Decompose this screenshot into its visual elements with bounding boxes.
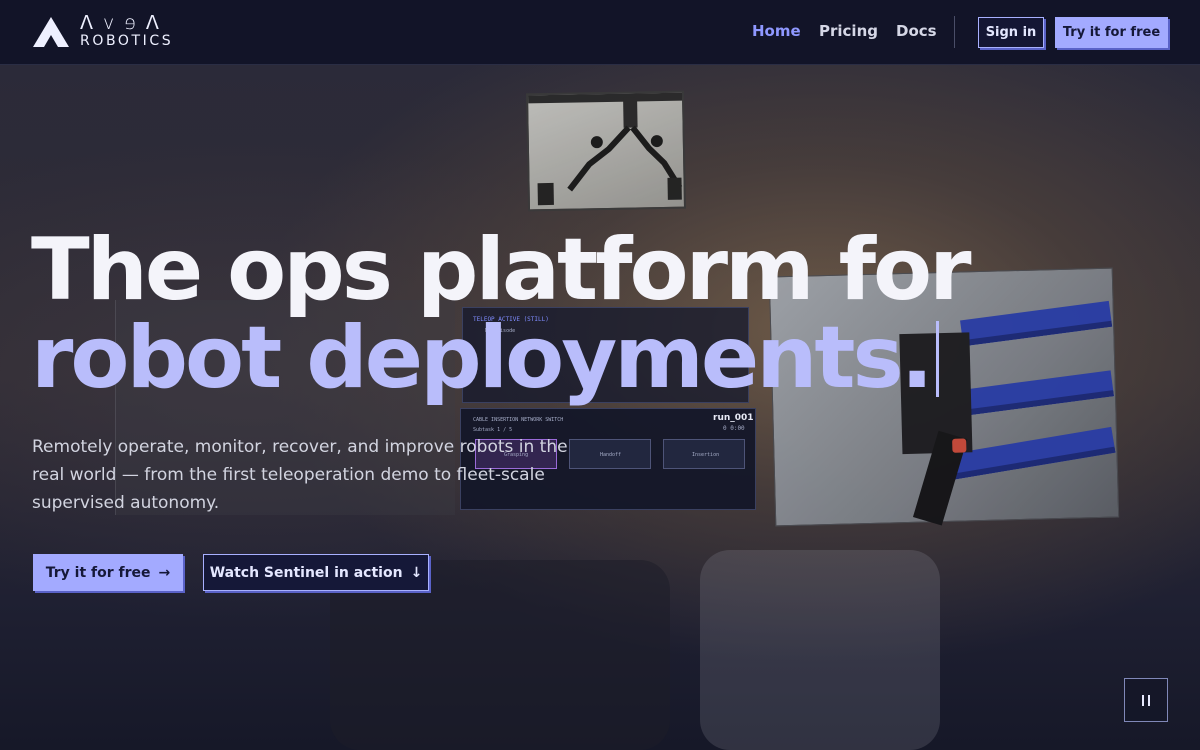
run-time: 0 0:00: [723, 425, 745, 432]
arrow-down-icon: ↓: [410, 564, 423, 581]
headline-line-1: The ops platform for: [31, 220, 971, 320]
robot-arms-icon: [528, 92, 683, 206]
arrow-right-icon: →: [158, 564, 171, 581]
hero-subtext: Remotely operate, monitor, recover, and …: [32, 437, 568, 513]
task-title: CABLE INSERTION NETWORK SWITCH: [473, 417, 564, 423]
robot-arm-shadow: [700, 550, 940, 750]
nav-link-home[interactable]: Home: [752, 22, 801, 40]
avea-logo-icon: [33, 17, 69, 47]
nav-divider: [954, 16, 955, 48]
nav-link-docs[interactable]: Docs: [896, 22, 937, 40]
top-navigation: ᐱvɘᐱ ROBOTICS Home Pricing Docs Sign in …: [0, 0, 1200, 65]
watch-sentinel-label: Watch Sentinel in action: [209, 564, 403, 581]
step-label: Handoff: [600, 452, 622, 458]
try-free-nav-button[interactable]: Try it for free: [1055, 17, 1168, 48]
try-free-label: Try it for free: [45, 564, 151, 581]
typing-caret: [936, 321, 940, 397]
landing-page: TELEOP ACTIVE (STILL) No Episode CABLE I…: [0, 0, 1200, 750]
brand-logo[interactable]: ᐱvɘᐱ ROBOTICS: [32, 14, 182, 50]
headline-line-2: robot deployments.: [31, 314, 940, 402]
step-box: Insertion: [663, 439, 745, 469]
run-id: run_001: [713, 413, 754, 423]
watch-sentinel-button[interactable]: Watch Sentinel in action ↓: [203, 554, 429, 591]
try-free-hero-button[interactable]: Try it for free →: [33, 554, 183, 591]
nav-link-pricing[interactable]: Pricing: [819, 22, 878, 40]
logo-wordmark: ᐱvɘᐱ: [80, 12, 169, 34]
hero-headline: The ops platform for robot deployments.: [31, 220, 971, 402]
pause-icon: [1142, 694, 1150, 706]
headline-line-2-text: robot deployments.: [31, 308, 933, 408]
step-box: Handoff: [569, 439, 651, 469]
video-pause-button[interactable]: [1124, 678, 1168, 722]
logo-subtitle: ROBOTICS: [80, 33, 174, 49]
sign-in-button[interactable]: Sign in: [978, 17, 1044, 48]
background-camera-feed-top: [525, 90, 687, 212]
step-label: Insertion: [692, 452, 720, 458]
